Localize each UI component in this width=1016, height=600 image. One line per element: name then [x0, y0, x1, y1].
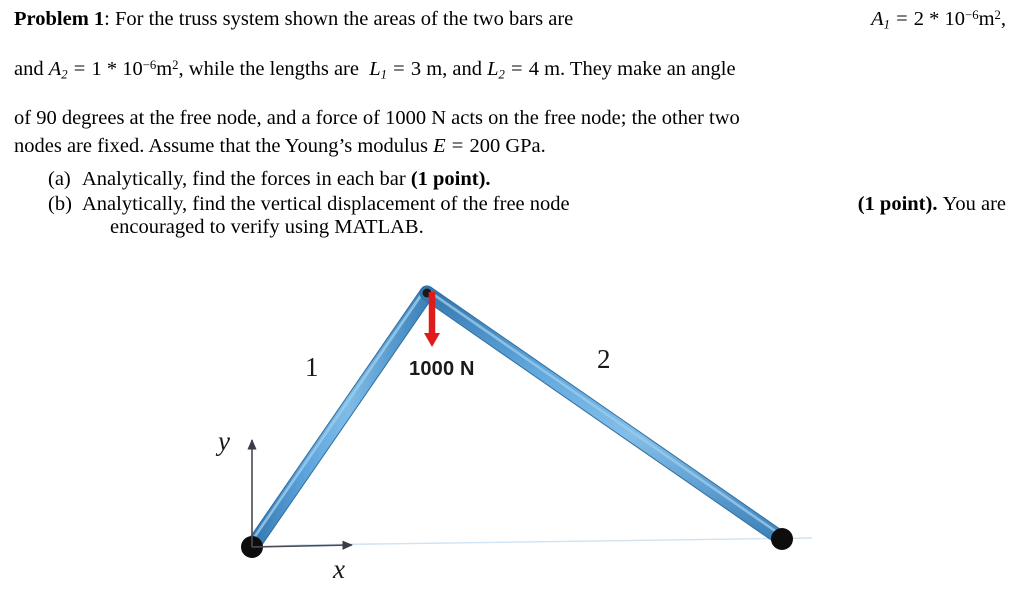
problem-lead: Problem 1 [14, 8, 105, 30]
subitem-b-continuation: encouraged to verify using MATLAB. [110, 216, 424, 238]
bar-1-label: 1 [305, 352, 319, 382]
area-1-symbol: A1 [871, 8, 890, 32]
multiply-sign: * [929, 8, 940, 31]
eq-sign-4: = [511, 58, 523, 81]
area-2-unit: m [156, 58, 173, 81]
multiply-sign-2: * [106, 58, 118, 81]
eq-sign-3: = [393, 58, 405, 81]
area-1-base: 10 [944, 8, 966, 31]
youngs-modulus-value: 200 GPa [469, 135, 541, 157]
x-axis-label: x [333, 554, 345, 584]
truss-svg [241, 285, 813, 558]
truss-bar-1 [244, 285, 435, 555]
line2-while: , while the lengths are [178, 58, 359, 81]
line2-tail: . They make an angle [560, 58, 736, 81]
subitem-b-line: Analytically, find the vertical displace… [82, 193, 1006, 216]
length-2-value: 4 m [528, 58, 561, 81]
x-axis-arrow [251, 540, 353, 550]
statement-line-4: nodes are fixed. Assume that the Young’s… [14, 135, 546, 158]
subitem-b-text: Analytically, find the vertical displace… [82, 193, 570, 215]
length-2-symbol: L2 [487, 58, 505, 82]
statement-line-1: Problem 1: For the truss system shown th… [14, 8, 1006, 33]
truss-diagram: 1 2 1000 N y x [0, 262, 1016, 600]
statement-line-1-math: A1 = 2 * 10−6m2, [871, 8, 1006, 33]
problem-subitems: (a) Analytically, find the forces in eac… [48, 168, 1006, 241]
eq-sign: = [896, 8, 908, 31]
force-magnitude-label: 1000 N [409, 358, 475, 380]
statement-line-1-left: Problem 1: For the truss system shown th… [14, 8, 573, 33]
statement-line-3: of 90 degrees at the free node, and a fo… [14, 107, 1004, 130]
eq-sign-2: = [73, 58, 86, 81]
length-1-value: 3 m [410, 58, 443, 81]
eq-sign-5: = [451, 135, 464, 157]
length-1-symbol: L1 [369, 58, 388, 82]
truss-nodes [241, 288, 793, 558]
area-1-unit: m [978, 8, 995, 31]
statement-line-2-left: and A2 = 1 * 10−6m2, while the lengths a… [14, 58, 736, 83]
subitem-a-marker: (a) [48, 168, 71, 190]
youngs-modulus-symbol: E [433, 135, 446, 157]
area-1-value: 2 [913, 8, 925, 31]
bar-2-label: 2 [597, 344, 611, 374]
statement-line-3-text: of 90 degrees at the free node, and a fo… [14, 107, 740, 129]
subitem-b: (b) Analytically, find the vertical disp… [48, 193, 1006, 239]
area-1-tail: , [1000, 8, 1006, 31]
area-2-value: 1 [91, 58, 102, 81]
problem-page: Problem 1: For the truss system shown th… [0, 0, 1016, 600]
subitem-a-text: Analytically, find the forces in each ba… [82, 168, 406, 190]
subitem-a: (a) Analytically, find the forces in eac… [48, 168, 1006, 191]
area-2-exponent: −6 [142, 58, 157, 72]
node-right-fixed [771, 528, 793, 550]
y-axis-label: y [218, 426, 230, 456]
subitem-b-points: (1 point). [857, 193, 938, 215]
problem-lead-suffix: : [104, 8, 110, 30]
subitem-b-tail: You are [942, 193, 1006, 215]
subitem-a-points: (1 point). [410, 168, 491, 190]
statement-line-1-text: For the truss system shown the areas of … [114, 8, 574, 30]
subitem-b-tailwrap: (1 point). You are [858, 193, 1006, 216]
statement-line-4-text: nodes are fixed. Assume that the Young’s… [14, 135, 428, 157]
truss-bar-2 [419, 285, 790, 547]
line4-period: . [540, 135, 546, 157]
line2-and: and [14, 58, 44, 81]
statement-line-2: and A2 = 1 * 10−6m2, while the lengths a… [14, 58, 1004, 83]
area-2-base: 10 [122, 58, 143, 81]
area-2-symbol: A2 [48, 58, 68, 82]
area-1-exponent: −6 [965, 8, 979, 22]
line2-and2: , and [442, 58, 483, 81]
subitem-b-marker: (b) [48, 193, 72, 215]
subitem-a-line: Analytically, find the forces in each ba… [82, 168, 1006, 191]
